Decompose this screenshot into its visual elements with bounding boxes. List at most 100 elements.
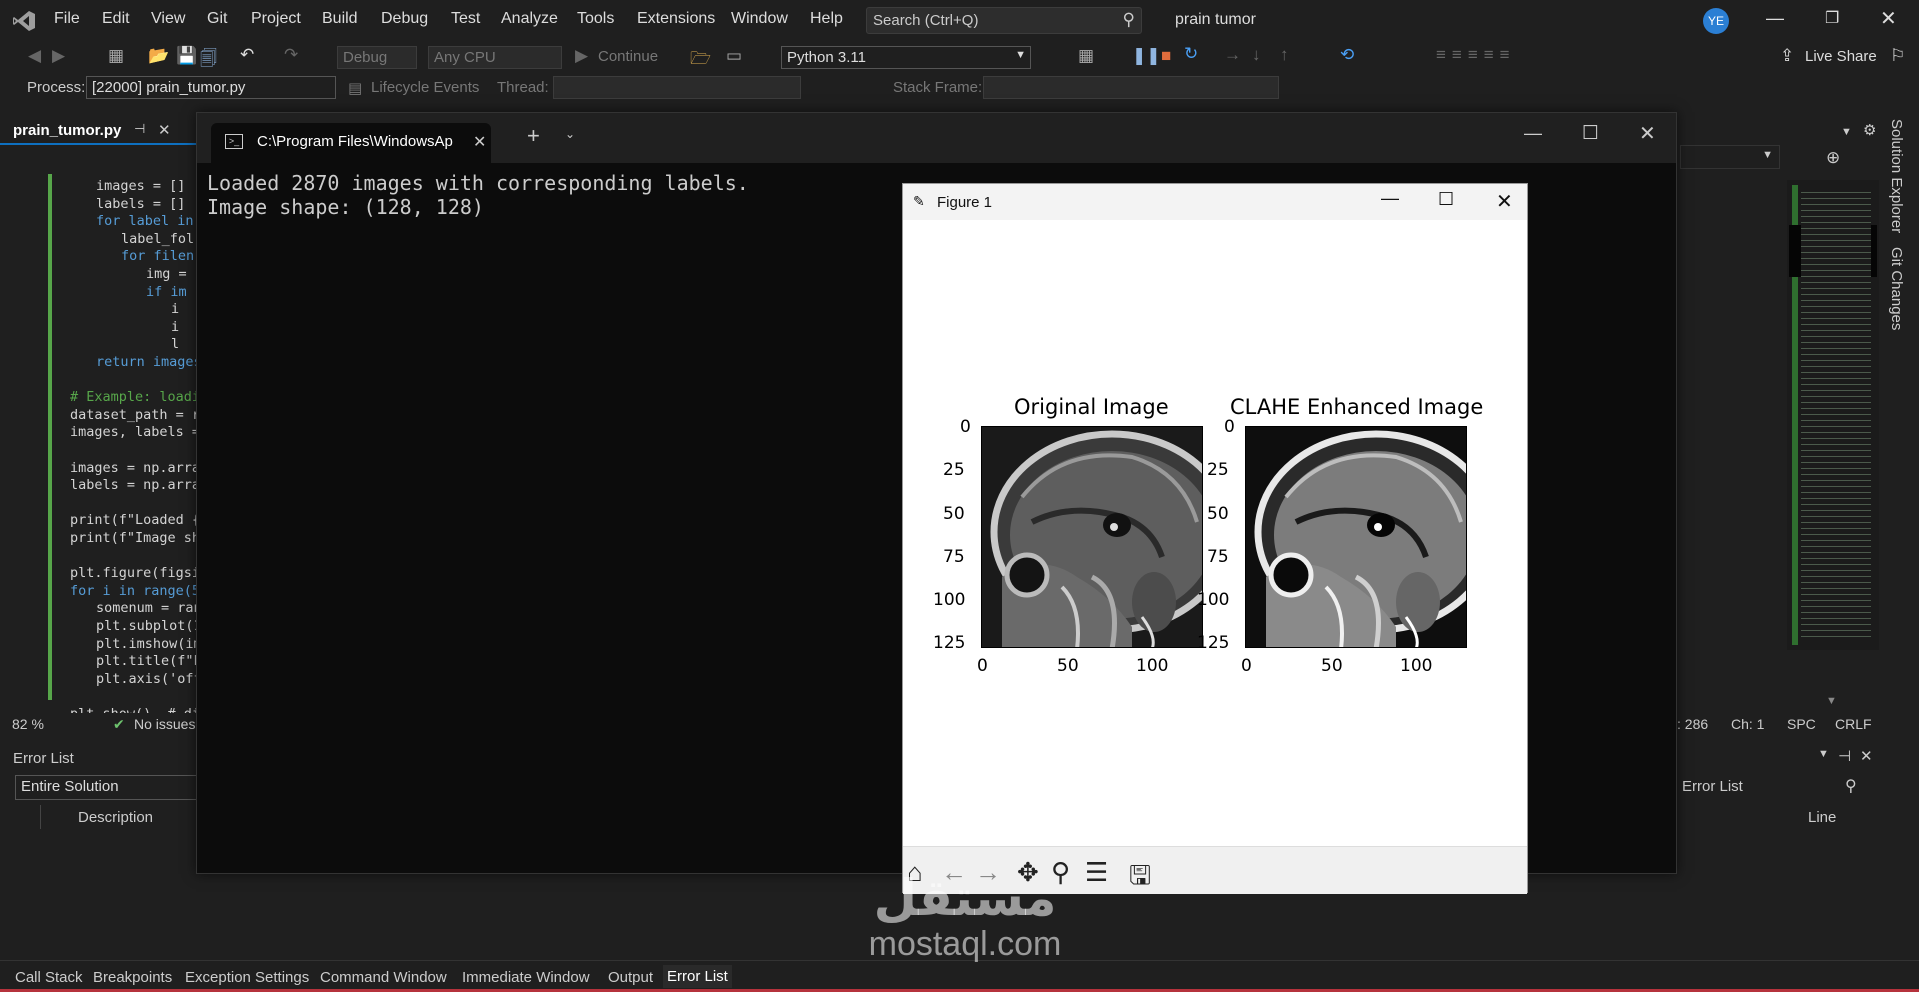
open-folder-icon[interactable]: 📂 — [148, 46, 169, 66]
redo-icon[interactable]: ↷ — [284, 45, 298, 65]
tab-close-icon[interactable]: ✕ — [158, 121, 171, 139]
visual-studio-logo-icon — [13, 11, 35, 31]
forward-icon[interactable]: ▶ — [52, 46, 65, 66]
menu-file[interactable]: File — [54, 10, 80, 28]
tab-exception-settings[interactable]: Exception Settings — [185, 969, 309, 986]
code-line: print(f"Loaded {l — [70, 512, 209, 529]
pause-icon[interactable]: ❚❚ — [1132, 46, 1161, 66]
tab-output[interactable]: Output — [608, 969, 653, 986]
search-input[interactable]: Search (Ctrl+Q) ⚲ — [866, 7, 1142, 34]
error-list-search[interactable]: Error List — [1682, 778, 1743, 795]
tab-list-chevron-icon[interactable]: ▼ — [1841, 126, 1852, 138]
tab-immediate-window[interactable]: Immediate Window — [462, 969, 590, 986]
editor-tab[interactable]: prain_tumor.py ⊣ ✕ — [0, 119, 200, 145]
close-icon[interactable]: ✕ — [1639, 121, 1656, 146]
tab-close-icon[interactable]: ✕ — [473, 132, 486, 152]
panel-menu-icon[interactable]: ▼ — [1818, 748, 1829, 760]
scroll-down-icon[interactable]: ▼ — [1826, 695, 1837, 707]
close-icon[interactable]: ✕ — [1880, 6, 1897, 31]
back-icon[interactable]: ◀ — [28, 46, 41, 66]
layout-icon[interactable]: ▭ — [726, 46, 742, 66]
process-select[interactable]: [22000] prain_tumor.py — [86, 76, 336, 99]
debug-location-toolbar: Process: [22000] prain_tumor.py ▤ Lifecy… — [0, 73, 1919, 103]
pin-icon[interactable]: ⊣ — [134, 121, 145, 137]
menu-view[interactable]: View — [151, 10, 185, 28]
tab-call-stack[interactable]: Call Stack — [15, 969, 83, 986]
menu-tools[interactable]: Tools — [577, 10, 614, 28]
code-editor[interactable]: images = [] labels = [] for label in label_… — [0, 170, 208, 722]
panel-close-icon[interactable]: ✕ — [1860, 747, 1873, 765]
menu-project[interactable]: Project — [251, 10, 301, 28]
column-description[interactable]: Description — [78, 809, 153, 826]
code-line: plt.imshow(im — [96, 635, 202, 652]
zoom-level[interactable]: 82 % — [12, 716, 44, 732]
feedback-icon[interactable]: ⚐ — [1890, 46, 1905, 66]
menu-build[interactable]: Build — [322, 10, 358, 28]
menu-git[interactable]: Git — [207, 10, 227, 28]
maximize-icon[interactable]: ☐ — [1438, 189, 1454, 210]
line-endings[interactable]: CRLF — [1835, 716, 1872, 732]
menu-edit[interactable]: Edit — [102, 10, 130, 28]
save-icon[interactable]: 💾 — [176, 46, 197, 66]
search-icon[interactable]: ⚲ — [1845, 776, 1857, 796]
split-editor-icon[interactable]: ⊕ — [1826, 148, 1840, 168]
platform-select[interactable]: Any CPU — [428, 46, 562, 69]
stop-icon[interactable]: ■ — [1161, 46, 1171, 66]
menu-help[interactable]: Help — [810, 10, 843, 28]
new-item-icon[interactable]: ▦ — [108, 46, 124, 66]
minimize-icon[interactable]: — — [1381, 188, 1399, 209]
restart-icon[interactable]: ↻ — [1184, 44, 1198, 64]
menu-window[interactable]: Window — [731, 10, 788, 28]
save-figure-icon[interactable]: 🖫 — [1129, 857, 1151, 901]
step-over-icon[interactable]: → — [1224, 45, 1241, 65]
save-all-icon[interactable]: 🗐 — [200, 46, 217, 75]
continue-button[interactable]: Continue — [598, 48, 658, 65]
terminal-tab[interactable]: >_ C:\Program Files\WindowsAp ✕ — [211, 123, 491, 163]
code-line: i — [171, 301, 180, 318]
menu-test[interactable]: Test — [451, 10, 480, 28]
layout-grid-icon[interactable]: ▦ — [1078, 46, 1094, 66]
restore-icon[interactable]: ❐ — [1825, 8, 1839, 28]
editor-navigation-dropdown[interactable]: ▼ — [1680, 145, 1780, 169]
settings-gear-icon[interactable]: ⚙ — [1863, 121, 1876, 139]
step-into-icon[interactable]: ↓ — [1252, 45, 1261, 65]
chevron-down-icon[interactable]: ⌄ — [565, 127, 575, 141]
tab-breakpoints[interactable]: Breakpoints — [93, 969, 172, 986]
menu-debug[interactable]: Debug — [381, 10, 428, 28]
maximize-icon[interactable]: ☐ — [1582, 122, 1599, 145]
solution-explorer-tab[interactable]: Solution Explorer — [1888, 119, 1905, 233]
undo-icon[interactable]: ↶ — [240, 45, 254, 65]
hot-reload-icon[interactable]: ⟲ — [1340, 45, 1354, 65]
open-file-icon[interactable]: 🗁 — [690, 46, 711, 75]
minimize-icon[interactable]: — — [1524, 123, 1542, 144]
git-changes-tab[interactable]: Git Changes — [1888, 247, 1905, 330]
stack-frame-select[interactable] — [983, 76, 1279, 99]
user-avatar[interactable]: YE — [1703, 8, 1729, 34]
lifecycle-icon: ▤ — [348, 80, 363, 97]
x-tick-0: 0 — [1241, 656, 1252, 676]
figure-window[interactable]: ✎ Figure 1 — ☐ ✕ Original Image 0 25 50 … — [902, 183, 1528, 894]
y-tick-50: 50 — [943, 504, 965, 524]
close-icon[interactable]: ✕ — [1496, 189, 1513, 214]
thread-select[interactable] — [553, 76, 801, 99]
format-icons[interactable]: ≡≡≡≡≡ — [1436, 45, 1516, 65]
tab-error-list[interactable]: Error List — [663, 965, 732, 988]
menu-analyze[interactable]: Analyze — [501, 10, 558, 28]
minimize-icon[interactable]: — — [1766, 8, 1784, 29]
scope-select[interactable]: Entire Solution — [15, 775, 203, 800]
python-env-select[interactable]: Python 3.11 ▼ — [781, 46, 1031, 69]
issues-status[interactable]: No issues — [134, 716, 195, 732]
pin-icon[interactable]: ⊣ — [1838, 747, 1851, 765]
new-tab-icon[interactable]: + — [527, 123, 540, 149]
live-share-button[interactable]: Live Share — [1805, 48, 1877, 65]
lifecycle-events-button[interactable]: Lifecycle Events — [371, 79, 479, 96]
step-out-icon[interactable]: ↑ — [1280, 45, 1289, 65]
x-tick-0: 0 — [977, 656, 988, 676]
whitespace-mode[interactable]: SPC — [1787, 716, 1816, 732]
tab-command-window[interactable]: Command Window — [320, 969, 447, 986]
config-select[interactable]: Debug — [337, 46, 417, 69]
minimap[interactable] — [1787, 180, 1879, 650]
menu-extensions[interactable]: Extensions — [637, 10, 715, 28]
figure-titlebar: ✎ Figure 1 — ☐ ✕ — [903, 184, 1527, 220]
column-line[interactable]: Line — [1808, 809, 1836, 826]
